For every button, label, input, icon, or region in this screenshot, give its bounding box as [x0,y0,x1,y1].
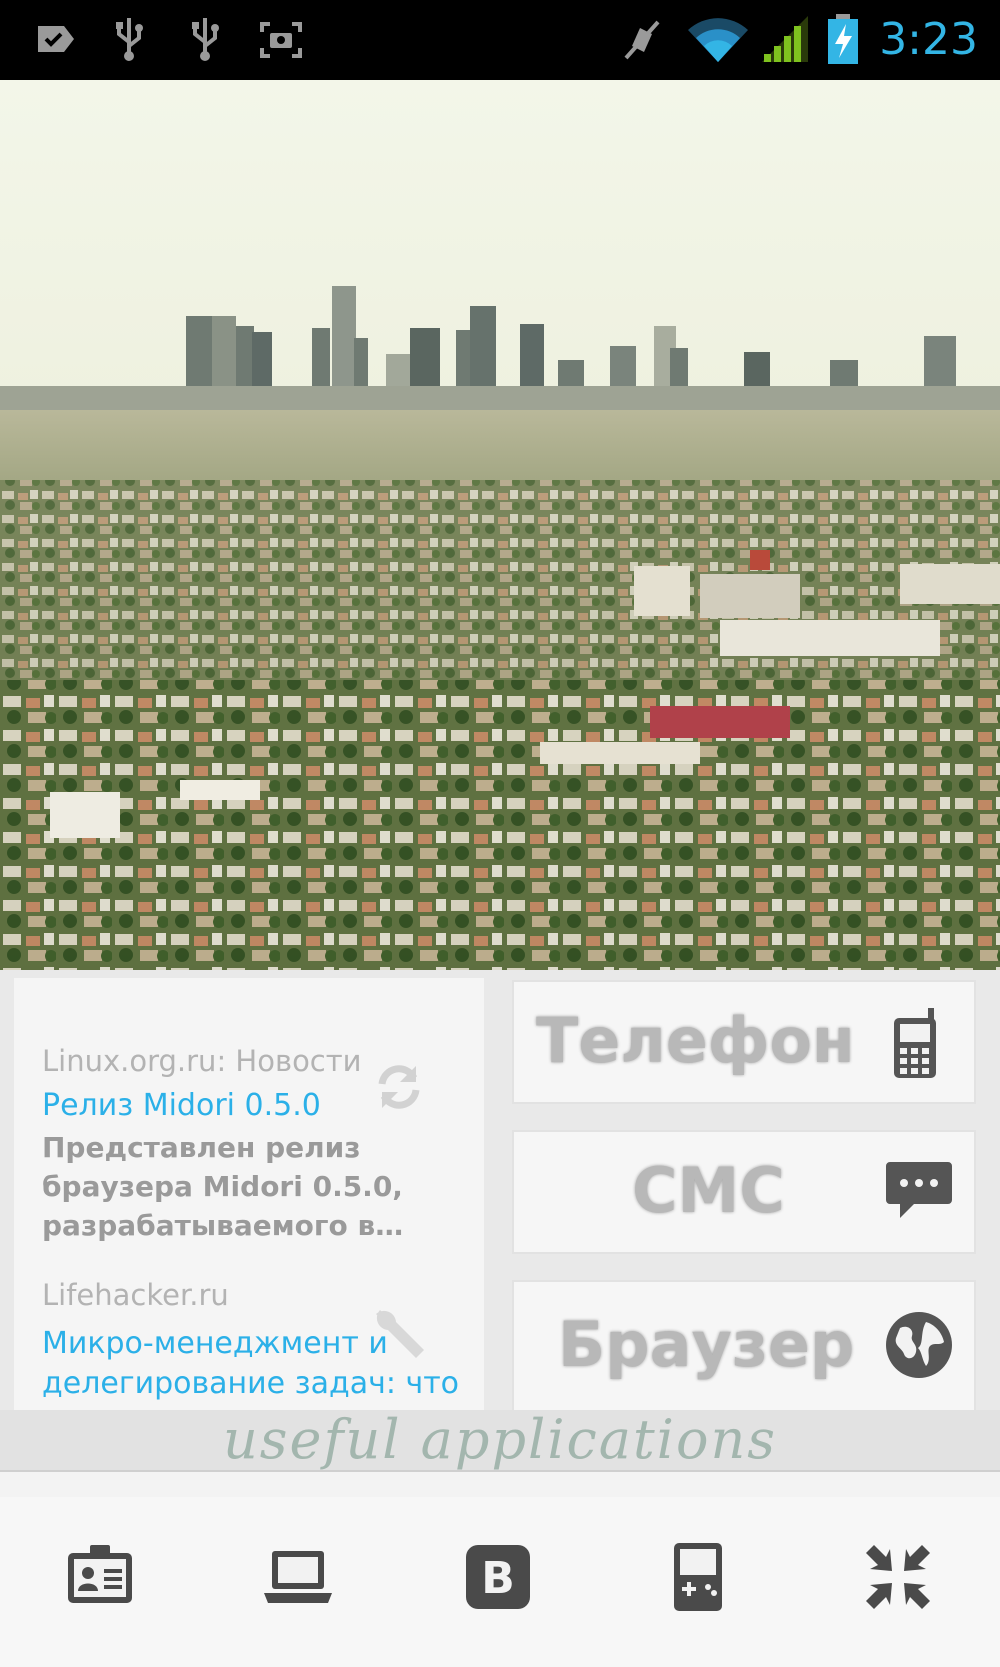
news-headline[interactable]: Релиз Midori 0.5.0 [42,1088,321,1123]
mute-icon [624,20,660,60]
dock: B [0,1497,1000,1667]
news-summary: Представлен релиз браузера Midori 0.5.0,… [42,1131,404,1242]
shortcut-browser[interactable]: Браузер [512,1280,976,1410]
shortcut-label: Браузер [558,1308,855,1381]
vk-icon[interactable]: B [462,1541,534,1613]
signal-icon [762,16,808,62]
city-skyline-wallpaper [0,80,1000,970]
battery-charging-icon [828,14,858,64]
contacts-card-icon[interactable] [64,1541,136,1613]
wrench-icon[interactable] [370,1304,428,1362]
svg-text:B: B [481,1553,515,1604]
wallpaper [0,80,1000,970]
phone-icon [894,1008,936,1078]
shortcut-phone[interactable]: Телефон [512,980,976,1104]
globe-icon [886,1312,952,1378]
clock: 3:23 [879,14,978,65]
message-icon [886,1162,952,1218]
widgets-area: Linux.org.ru: Новости Релиз Midori 0.5.0… [0,970,1000,1472]
refresh-icon[interactable] [372,1060,426,1114]
wifi-icon [688,18,748,63]
news-source: Linux.org.ru: Новости [42,1044,362,1078]
notification-tag-icon [38,26,74,52]
shortcut-sms[interactable]: СМС [512,1130,976,1254]
laptop-icon[interactable] [262,1541,334,1613]
gameboy-icon[interactable] [662,1541,734,1613]
usb-icon [192,18,219,61]
shortcut-label: Телефон [536,1004,855,1077]
caption-bar: useful applications [0,1410,1000,1472]
shortcut-label: СМС [632,1154,785,1227]
status-bar[interactable]: 3:23 [0,0,1000,80]
news-source: Lifehacker.ru [42,1278,229,1312]
caption: useful applications [223,1408,777,1471]
screenshot-icon [260,22,302,58]
news-widget[interactable]: Linux.org.ru: Новости Релиз Midori 0.5.0… [14,978,484,1410]
usb-icon [116,18,143,61]
shrink-arrows-icon[interactable] [862,1541,934,1613]
